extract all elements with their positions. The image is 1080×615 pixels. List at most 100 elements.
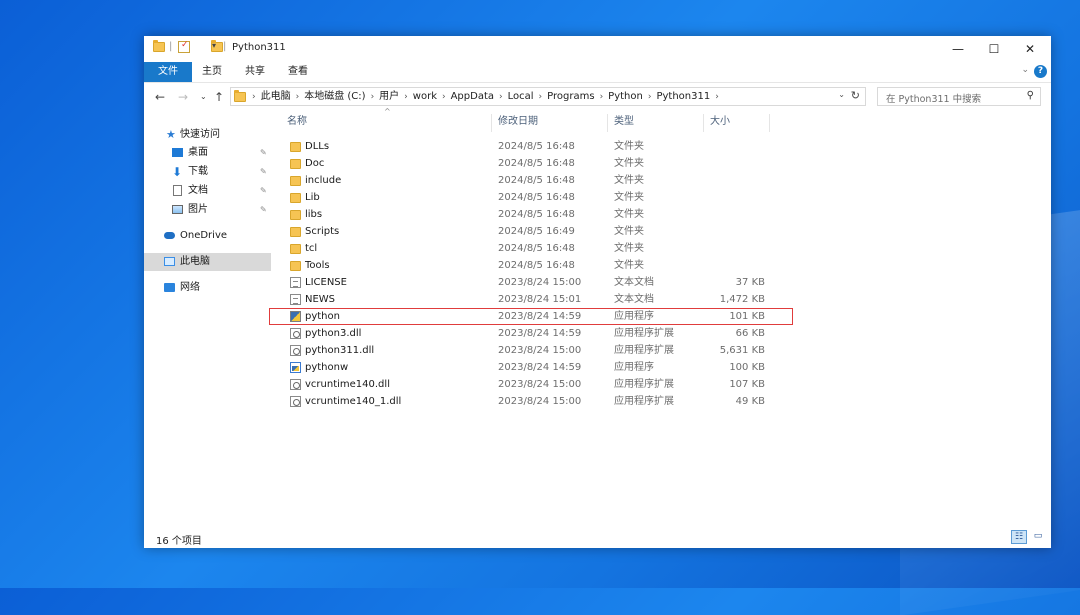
column-divider[interactable] <box>769 114 770 132</box>
file-row[interactable]: NEWS 2023/8/24 15:01 文本文档 1,472 KB <box>271 291 1051 308</box>
breadcrumb-separator-icon[interactable]: › <box>371 92 375 102</box>
file-row[interactable]: tcl 2024/8/5 16:48 文件夹 <box>271 240 1051 257</box>
nav-network[interactable]: 网络 <box>144 279 271 297</box>
breadcrumb-separator-icon[interactable]: › <box>442 92 446 102</box>
address-bar[interactable]: › 此电脑 › 本地磁盘 (C:) › 用户 › work › AppData › Local › Pro… <box>230 87 866 106</box>
cloud-icon <box>164 232 175 239</box>
file-row[interactable]: DLLs 2024/8/5 16:48 文件夹 <box>271 138 1051 155</box>
properties-icon[interactable]: ✓ <box>178 40 190 53</box>
file-size: 66 KB <box>735 328 765 339</box>
file-name: LICENSE <box>305 277 347 288</box>
network-icon <box>164 283 175 292</box>
breadcrumb-separator-icon[interactable]: › <box>715 92 719 102</box>
breadcrumb-item[interactable]: 本地磁盘 (C:) <box>304 91 365 102</box>
column-header-date[interactable]: 修改日期 <box>498 114 538 130</box>
search-icon[interactable]: ⚲ <box>1027 90 1034 101</box>
column-divider[interactable] <box>491 114 492 132</box>
tab-share[interactable]: 共享 <box>243 62 267 82</box>
file-row[interactable]: vcruntime140_1.dll 2023/8/24 15:00 应用程序扩展 4… <box>271 393 1051 410</box>
breadcrumb-item[interactable]: work <box>413 91 437 102</box>
file-row[interactable]: include 2024/8/5 16:48 文件夹 <box>271 172 1051 189</box>
breadcrumb-separator-icon[interactable]: › <box>648 92 652 102</box>
pin-icon[interactable]: ✎ <box>260 201 267 219</box>
tab-view[interactable]: 查看 <box>286 62 310 82</box>
maximize-button[interactable]: ☐ <box>976 36 1012 62</box>
file-type: 应用程序扩展 <box>614 345 674 356</box>
nav-quick-access[interactable]: ★ 快速访问 <box>144 126 271 144</box>
column-header-type[interactable]: 类型 <box>614 114 634 130</box>
text-file-icon <box>290 294 301 305</box>
expand-ribbon-icon[interactable]: ⌄ <box>1021 65 1029 75</box>
breadcrumb-item[interactable]: 用户 <box>379 91 399 102</box>
status-bar: 16 个项目 ☷ ▭ <box>144 526 1051 548</box>
breadcrumb-item[interactable]: Python311 <box>656 91 710 102</box>
refresh-icon[interactable]: ↻ <box>851 89 860 102</box>
file-row[interactable]: Tools 2024/8/5 16:48 文件夹 <box>271 257 1051 274</box>
nav-this-pc[interactable]: 此电脑 <box>144 253 271 271</box>
search-input[interactable]: 在 Python311 中搜索 ⚲ <box>877 87 1041 106</box>
file-row[interactable]: Doc 2024/8/5 16:48 文件夹 <box>271 155 1051 172</box>
python-app-icon <box>290 362 301 373</box>
window-title: Python311 <box>232 42 286 53</box>
file-type: 应用程序扩展 <box>614 328 674 339</box>
nav-downloads[interactable]: ⬇ 下载 ✎ <box>144 163 271 181</box>
back-arrow-icon[interactable]: ← <box>155 88 165 106</box>
pin-icon[interactable]: ✎ <box>260 163 267 181</box>
recent-locations-icon[interactable]: ⌄ <box>200 88 207 106</box>
file-name: DLLs <box>305 141 330 152</box>
file-row[interactable]: vcruntime140.dll 2023/8/24 15:00 应用程序扩展 107… <box>271 376 1051 393</box>
desktop-icon <box>172 148 183 157</box>
column-header-name[interactable]: 名称 <box>287 114 307 130</box>
folder-icon <box>290 261 301 271</box>
breadcrumb-item[interactable]: Local <box>508 91 534 102</box>
breadcrumb-separator-icon[interactable]: › <box>404 92 408 102</box>
file-type: 文本文档 <box>614 294 654 305</box>
tab-file[interactable]: 文件 <box>144 62 192 82</box>
breadcrumb-separator-icon[interactable]: › <box>252 92 256 102</box>
nav-label: 快速访问 <box>180 129 220 140</box>
file-row[interactable]: python311.dll 2023/8/24 15:00 应用程序扩展 5,631 … <box>271 342 1051 359</box>
file-size: 49 KB <box>735 396 765 407</box>
close-button[interactable]: ✕ <box>1012 36 1048 62</box>
breadcrumb-separator-icon[interactable]: › <box>296 92 300 102</box>
tab-home[interactable]: 主页 <box>200 62 224 82</box>
breadcrumb-separator-icon[interactable]: › <box>600 92 604 102</box>
toolbar-divider: | <box>223 41 227 52</box>
nav-desktop[interactable]: 桌面 ✎ <box>144 144 271 162</box>
nav-documents[interactable]: 文档 ✎ <box>144 182 271 200</box>
breadcrumb-separator-icon[interactable]: › <box>499 92 503 102</box>
breadcrumb-item[interactable]: Python <box>608 91 643 102</box>
nav-onedrive[interactable]: OneDrive <box>144 227 271 245</box>
nav-pictures[interactable]: 图片 ✎ <box>144 201 271 219</box>
up-arrow-icon[interactable]: ↑ <box>214 88 224 106</box>
file-name: Doc <box>305 158 325 169</box>
column-divider[interactable] <box>703 114 704 132</box>
breadcrumb-item[interactable]: Programs <box>547 91 594 102</box>
title-bar: | ✓ ▾ | Python311 — ☐ ✕ <box>144 36 1051 62</box>
star-icon: ★ <box>166 128 176 141</box>
quick-access-dropdown-icon[interactable]: ▾ <box>212 41 216 55</box>
file-row[interactable]: pythonw 2023/8/24 14:59 应用程序 100 KB <box>271 359 1051 376</box>
file-row[interactable]: Lib 2024/8/5 16:48 文件夹 <box>271 189 1051 206</box>
column-divider[interactable] <box>607 114 608 132</box>
breadcrumb-item[interactable]: 此电脑 <box>261 91 291 102</box>
file-row[interactable]: python3.dll 2023/8/24 14:59 应用程序扩展 66 KB <box>271 325 1051 342</box>
details-view-button[interactable]: ☷ <box>1011 530 1027 544</box>
breadcrumb: › 此电脑 › 本地磁盘 (C:) › 用户 › work › AppData › Local › Pro… <box>247 88 724 105</box>
address-dropdown-icon[interactable]: ⌄ <box>838 90 845 99</box>
file-name: libs <box>305 209 323 220</box>
help-icon[interactable]: ? <box>1034 65 1047 78</box>
breadcrumb-separator-icon[interactable]: › <box>539 92 543 102</box>
file-row[interactable]: libs 2024/8/5 16:48 文件夹 <box>271 206 1051 223</box>
forward-arrow-icon[interactable]: → <box>178 88 188 106</box>
pin-icon[interactable]: ✎ <box>260 144 267 162</box>
file-type: 应用程序 <box>614 362 654 373</box>
large-icons-view-button[interactable]: ▭ <box>1030 530 1046 544</box>
pin-icon[interactable]: ✎ <box>260 182 267 200</box>
file-date: 2024/8/5 16:48 <box>498 260 575 271</box>
column-header-size[interactable]: 大小 <box>710 114 730 130</box>
file-row[interactable]: LICENSE 2023/8/24 15:00 文本文档 37 KB <box>271 274 1051 291</box>
breadcrumb-item[interactable]: AppData <box>451 91 494 102</box>
file-row[interactable]: Scripts 2024/8/5 16:49 文件夹 <box>271 223 1051 240</box>
minimize-button[interactable]: — <box>940 36 976 62</box>
